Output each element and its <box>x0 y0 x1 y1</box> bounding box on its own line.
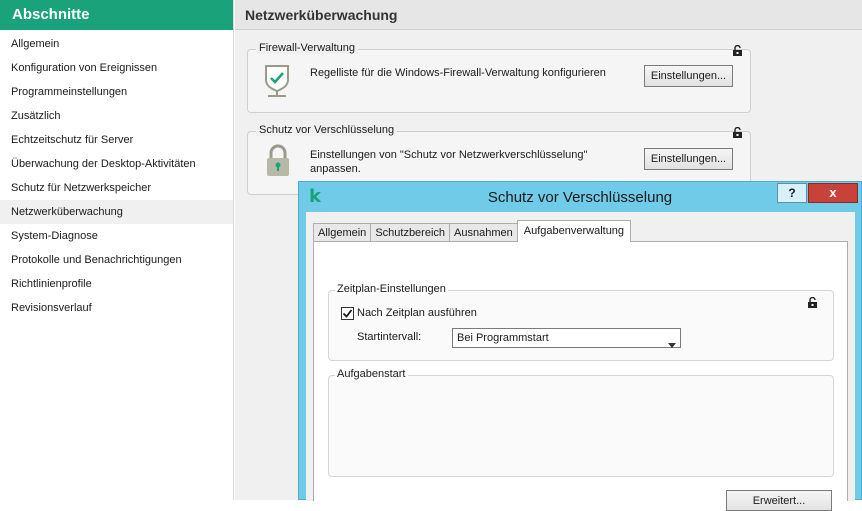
dialog-body: Allgemein Schutzbereich Ausnahmen Aufgab… <box>306 212 855 511</box>
page-title: Netzwerküberwachung <box>235 0 862 30</box>
encryption-settings-button[interactable]: Einstellungen... <box>644 148 733 170</box>
interval-select[interactable]: Bei Programmstart <box>452 328 681 348</box>
encryption-group-label: Schutz vor Verschlüsselung <box>256 124 398 136</box>
firewall-group: Firewall-Verwaltung Regelliste für die W… <box>247 42 751 113</box>
dialog-titlebar[interactable]: k Schutz vor Verschlüsselung ? x <box>299 182 861 212</box>
tab-schutzbereich[interactable]: Schutzbereich <box>370 223 451 242</box>
sidebar: Abschnitte Allgemein Konfiguration von E… <box>0 0 234 500</box>
sidebar-item-programmeinstellungen[interactable]: Programmeinstellungen <box>0 80 233 104</box>
help-button[interactable]: ? <box>777 183 807 203</box>
encryption-dialog: k Schutz vor Verschlüsselung ? x Allgeme… <box>298 181 862 511</box>
sidebar-item-revisionsverlauf[interactable]: Revisionsverlauf <box>0 296 233 320</box>
sidebar-item-zusaetzlich[interactable]: Zusätzlich <box>0 104 233 128</box>
sidebar-item-netzwerkueberwachung[interactable]: Netzwerküberwachung <box>0 200 233 224</box>
encryption-description-line1: Einstellungen von "Schutz vor Netzwerkve… <box>310 149 588 161</box>
tab-aufgabenverwaltung[interactable]: Aufgabenverwaltung <box>516 220 632 242</box>
encryption-description-line2: anpassen. <box>310 163 361 175</box>
tab-panel-aufgabenverwaltung: Zeitplan-Einstellungen Nach Zeitplan aus… <box>313 241 848 511</box>
interval-label: Startintervall: <box>357 331 422 343</box>
taskstart-group: Aufgabenstart <box>328 368 834 477</box>
sidebar-item-protokolle[interactable]: Protokolle und Benachrichtigungen <box>0 248 233 272</box>
sidebar-item-system-diagnose[interactable]: System-Diagnose <box>0 224 233 248</box>
lock-icon[interactable] <box>807 297 819 309</box>
lock-icon[interactable] <box>732 45 744 57</box>
tab-allgemein[interactable]: Allgemein <box>313 223 372 242</box>
sidebar-header: Abschnitte <box>0 0 233 30</box>
schedule-checkbox[interactable] <box>341 307 354 320</box>
interval-select-value: Bei Programmstart <box>457 332 549 344</box>
sidebar-item-allgemein[interactable]: Allgemein <box>0 32 233 56</box>
schedule-checkbox-label[interactable]: Nach Zeitplan ausführen <box>357 307 477 319</box>
firewall-description: Regelliste für die Windows-Firewall-Verw… <box>310 67 606 79</box>
sidebar-list: Allgemein Konfiguration von Ereignissen … <box>0 30 233 320</box>
padlock-icon <box>264 144 292 181</box>
sidebar-item-netzwerkspeicher[interactable]: Schutz für Netzwerkspeicher <box>0 176 233 200</box>
taskstart-group-label: Aufgabenstart <box>335 368 408 380</box>
sidebar-item-ereignisse[interactable]: Konfiguration von Ereignissen <box>0 56 233 80</box>
schedule-group: Zeitplan-Einstellungen Nach Zeitplan aus… <box>328 283 834 361</box>
firewall-settings-button[interactable]: Einstellungen... <box>644 65 733 87</box>
chevron-down-icon <box>668 336 676 354</box>
advanced-button[interactable]: Erweitert... <box>726 490 832 511</box>
lock-icon[interactable] <box>732 127 744 139</box>
shield-check-icon <box>262 62 292 101</box>
sidebar-item-desktop-aktivitaeten[interactable]: Überwachung der Desktop-Aktivitäten <box>0 152 233 176</box>
sidebar-item-richtlinienprofile[interactable]: Richtlinienprofile <box>0 272 233 296</box>
schedule-group-label: Zeitplan-Einstellungen <box>335 283 448 295</box>
dialog-tabs: Allgemein Schutzbereich Ausnahmen Aufgab… <box>313 220 632 242</box>
sidebar-item-echtzeitschutz[interactable]: Echtzeitschutz für Server <box>0 128 233 152</box>
tab-ausnahmen[interactable]: Ausnahmen <box>449 223 518 242</box>
firewall-group-label: Firewall-Verwaltung <box>256 42 358 54</box>
close-button[interactable]: x <box>808 183 858 203</box>
